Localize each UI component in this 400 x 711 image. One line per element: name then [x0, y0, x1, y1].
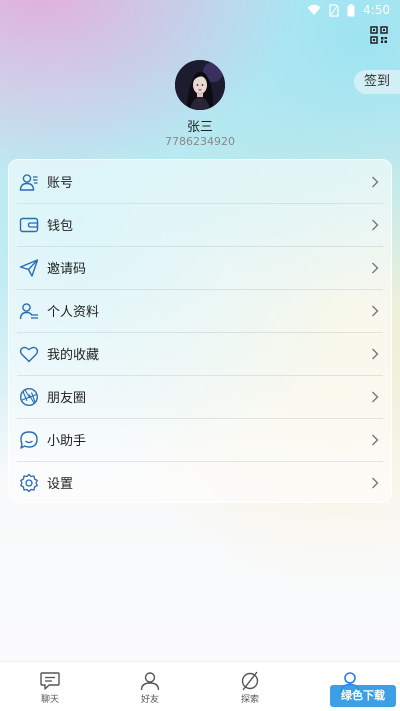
- profile-id: 7786234920: [165, 135, 235, 148]
- chevron-right-icon: [372, 477, 379, 488]
- status-bar: 4:50: [307, 0, 390, 20]
- chevron-right-icon: [372, 219, 379, 230]
- chevron-right-icon: [372, 391, 379, 402]
- menu-item-moments[interactable]: 朋友圈: [9, 375, 393, 418]
- heart-icon: [19, 346, 39, 362]
- tab-explore[interactable]: 探索: [200, 662, 300, 711]
- menu-card: 账号 钱包 邀请码 个人资料 我的收藏 朋友圈 小助手 设置: [8, 159, 392, 503]
- qr-code-icon[interactable]: [370, 26, 388, 44]
- profile-info-icon: [19, 302, 38, 319]
- menu-item-assistant[interactable]: 小助手: [9, 418, 393, 461]
- menu-label-settings: 设置: [47, 477, 74, 492]
- account-icon: [19, 173, 38, 191]
- wallet-icon: [19, 217, 39, 232]
- menu-label-favorites: 我的收藏: [47, 348, 100, 363]
- chevron-right-icon: [372, 262, 379, 273]
- friends-icon: [140, 672, 160, 691]
- chevron-right-icon: [372, 305, 379, 316]
- aperture-icon: [19, 387, 39, 406]
- watermark-badge: 绿色下载: [330, 685, 396, 707]
- tab-label-chat: 聊天: [40, 695, 59, 705]
- tab-chat[interactable]: 聊天: [0, 662, 100, 711]
- menu-item-favorites[interactable]: 我的收藏: [9, 332, 393, 375]
- menu-label-profile: 个人资料: [47, 305, 100, 320]
- menu-label-invite-code: 邀请码: [47, 262, 87, 277]
- signin-button[interactable]: 签到: [354, 70, 400, 94]
- profile-name: 张三: [186, 120, 213, 135]
- menu-label-wallet: 钱包: [47, 219, 74, 234]
- chat-icon: [40, 672, 60, 690]
- menu-item-account[interactable]: 账号: [9, 160, 393, 203]
- menu-label-assistant: 小助手: [47, 434, 87, 449]
- chat-bubble-icon: [20, 430, 38, 449]
- tab-label-friends: 好友: [140, 695, 159, 705]
- sim-icon: [329, 3, 339, 17]
- menu-label-account: 账号: [47, 176, 74, 191]
- chevron-right-icon: [372, 348, 379, 359]
- chevron-right-icon: [372, 434, 379, 445]
- menu-label-moments: 朋友圈: [47, 391, 87, 406]
- avatar[interactable]: [175, 60, 225, 110]
- battery-icon: [347, 3, 355, 16]
- menu-item-invite-code[interactable]: 邀请码: [9, 246, 393, 289]
- tab-label-explore: 探索: [240, 695, 259, 705]
- tab-friends[interactable]: 好友: [100, 662, 200, 711]
- menu-item-settings[interactable]: 设置: [9, 461, 393, 504]
- chevron-right-icon: [372, 176, 379, 187]
- send-icon: [19, 258, 39, 277]
- explore-icon: [241, 671, 259, 691]
- avatar-image: [175, 60, 225, 110]
- wifi-icon: [307, 4, 321, 15]
- menu-item-wallet[interactable]: 钱包: [9, 203, 393, 246]
- gear-icon: [20, 473, 38, 492]
- status-time: 4:50: [363, 3, 390, 17]
- menu-item-profile[interactable]: 个人资料: [9, 289, 393, 332]
